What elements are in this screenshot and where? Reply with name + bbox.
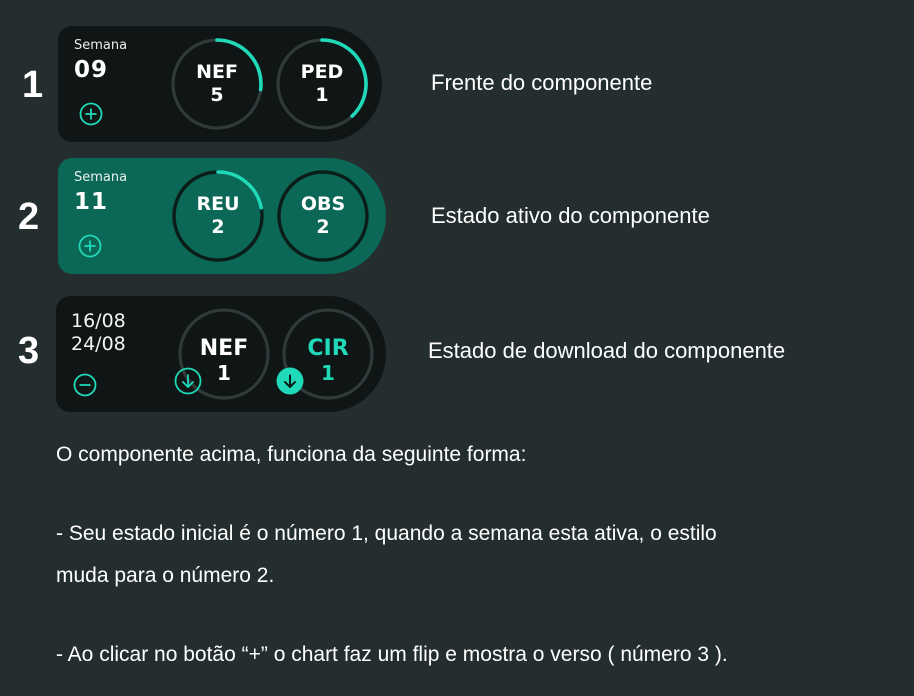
week-card-front: Semana 09 NEF 5 PED 1	[58, 26, 382, 142]
ring-code: REU	[196, 193, 240, 215]
description-line-1: - Seu estado inicial é o número 1, quand…	[56, 522, 717, 545]
date-end: 24/08	[71, 333, 126, 355]
minus-circle-icon[interactable]	[73, 373, 97, 397]
ring-chart-ped[interactable]: PED 1	[272, 34, 372, 134]
ring-code: PED	[300, 61, 344, 83]
date-range: 16/08 24/08	[71, 310, 126, 356]
caption-front: Frente do componente	[431, 70, 653, 95]
download-arrow-icon[interactable]	[174, 367, 202, 395]
date-start: 16/08	[71, 310, 126, 332]
week-label: Semana	[74, 170, 128, 185]
description-line-2: muda para o número 2.	[56, 564, 275, 587]
row-number-2: 2	[18, 196, 40, 238]
week-label: Semana	[74, 38, 128, 53]
ring-code: CIR	[307, 336, 349, 361]
plus-circle-icon[interactable]	[79, 102, 103, 126]
ring-count: 1	[315, 84, 329, 106]
caption-active: Estado ativo do componente	[431, 203, 710, 228]
ring-code: OBS	[300, 193, 346, 215]
week-card-download: 16/08 24/08 NEF 1 CIR 1	[56, 296, 386, 412]
ring-chart-reu[interactable]: REU 2	[168, 166, 268, 266]
row-number-1: 1	[22, 64, 44, 106]
week-number: 11	[74, 189, 109, 215]
ring-count: 5	[210, 84, 224, 106]
download-filled-icon[interactable]	[276, 367, 304, 395]
week-card-active: Semana 11 REU 2 OBS 2	[58, 158, 386, 274]
week-number: 09	[74, 57, 109, 83]
caption-download: Estado de download do componente	[428, 338, 786, 363]
ring-chart-obs[interactable]: OBS 2	[273, 166, 373, 266]
ring-count: 2	[316, 216, 330, 238]
plus-circle-icon[interactable]	[78, 234, 102, 258]
row-number-3: 3	[18, 330, 40, 372]
ring-count: 2	[211, 216, 225, 238]
ring-code: NEF	[199, 336, 249, 361]
description-line-3: - Ao clicar no botão “+” o chart faz um …	[56, 643, 728, 666]
ring-chart-nef[interactable]: NEF 5	[167, 34, 267, 134]
ring-code: NEF	[196, 61, 238, 83]
description-intro: O componente acima, funciona da seguinte…	[56, 443, 527, 466]
